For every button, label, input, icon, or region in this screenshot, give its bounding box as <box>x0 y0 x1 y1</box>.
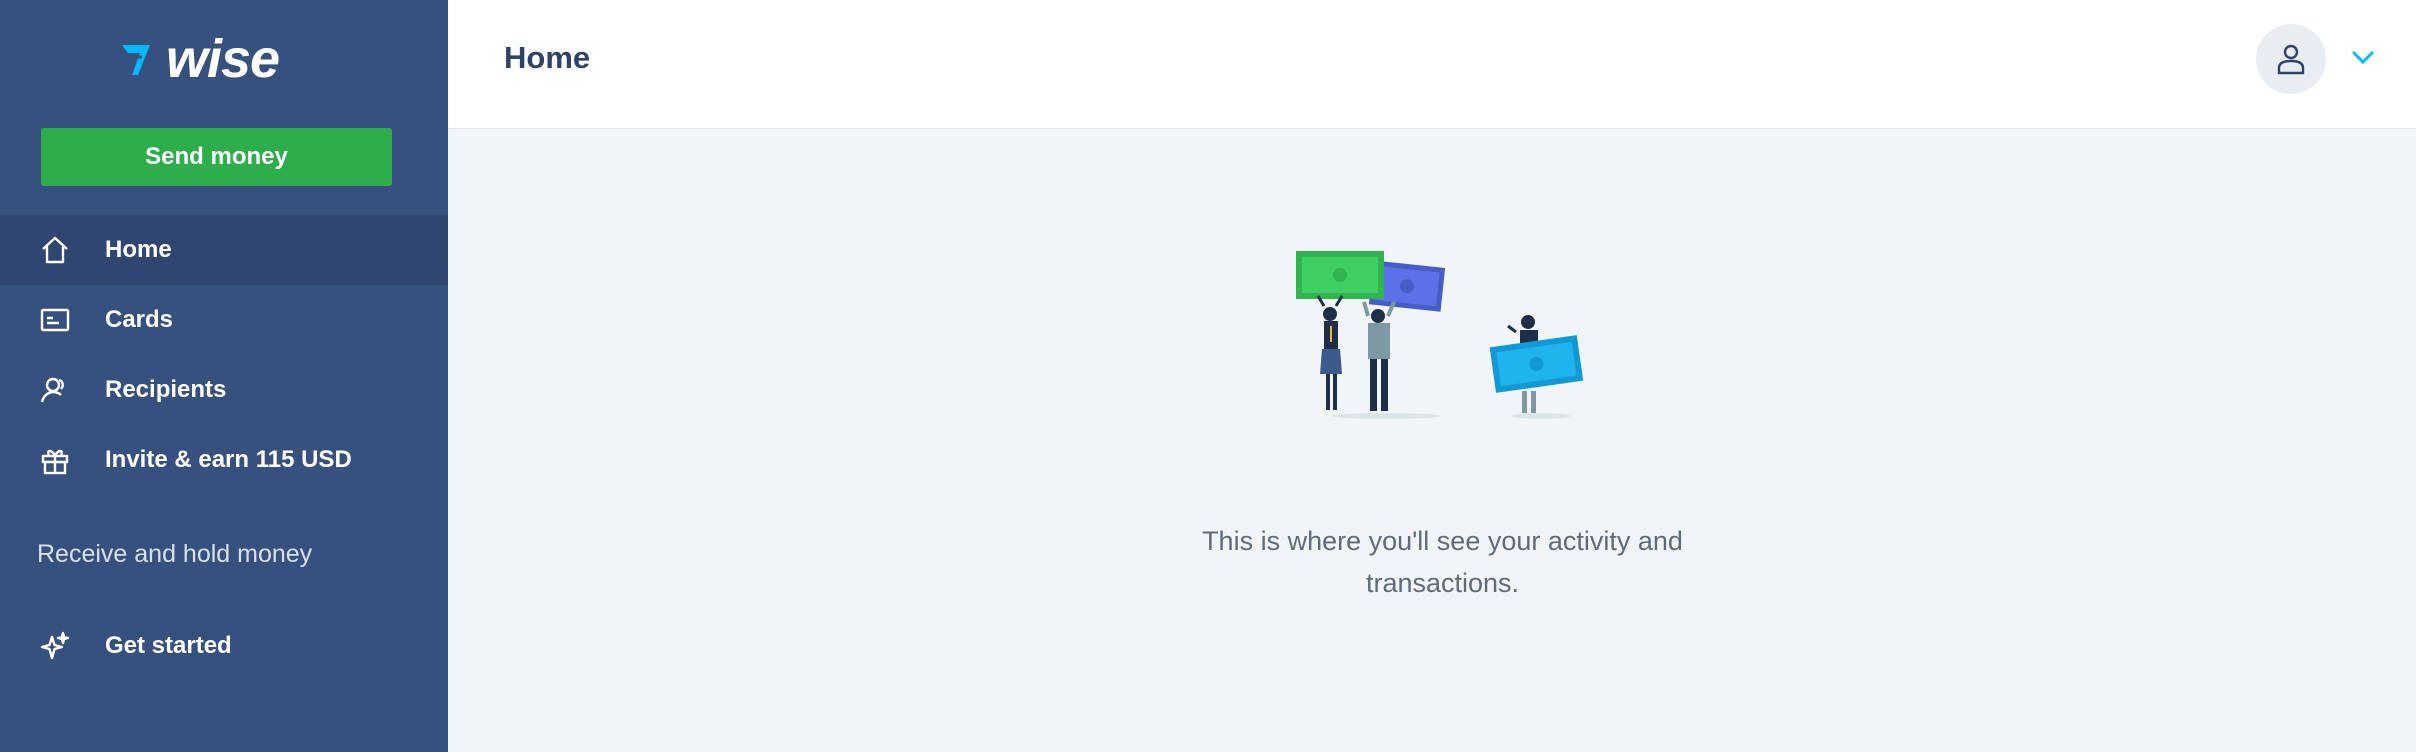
empty-state-text: This is where you'll see your activity a… <box>1202 526 1683 598</box>
home-icon <box>38 233 72 267</box>
page-title: Home <box>504 40 591 75</box>
section-title: Receive and hold money <box>37 540 313 568</box>
sidebar-item-label: Cards <box>105 306 174 333</box>
chevron-down-icon[interactable] <box>2348 42 2378 72</box>
sparkle-icon <box>38 629 72 663</box>
sidebar-item-invite[interactable]: Invite & earn 115 USD <box>0 425 448 495</box>
sidebar-item-label: Get started <box>105 632 232 659</box>
recipients-icon <box>38 373 72 407</box>
sidebar-item-cards[interactable]: Cards <box>0 285 448 355</box>
gift-icon <box>38 443 72 477</box>
send-money-button[interactable]: Send money <box>41 128 392 186</box>
user-icon <box>2277 44 2305 75</box>
card-icon <box>38 303 72 337</box>
sidebar-item-label: Home <box>105 236 172 263</box>
sidebar-item-home[interactable]: Home <box>0 215 448 285</box>
brand-name: wise <box>166 29 280 89</box>
sidebar-item-get-started[interactable]: Get started <box>0 611 448 681</box>
top-header: Home <box>448 0 2416 129</box>
wise-logo[interactable]: wise <box>120 29 280 89</box>
wise-flag-icon <box>122 45 150 75</box>
sidebar-nav: Home Cards Recipients Invite & earn 115 … <box>0 215 448 495</box>
sidebar-item-label: Recipients <box>105 376 227 403</box>
sidebar: wise Send money Home Cards Recipients In… <box>0 0 448 752</box>
sidebar-item-label: Invite & earn 115 USD <box>105 446 352 473</box>
sidebar-item-recipients[interactable]: Recipients <box>0 355 448 425</box>
empty-state-illustration <box>1296 251 1584 419</box>
avatar[interactable] <box>2256 24 2326 94</box>
